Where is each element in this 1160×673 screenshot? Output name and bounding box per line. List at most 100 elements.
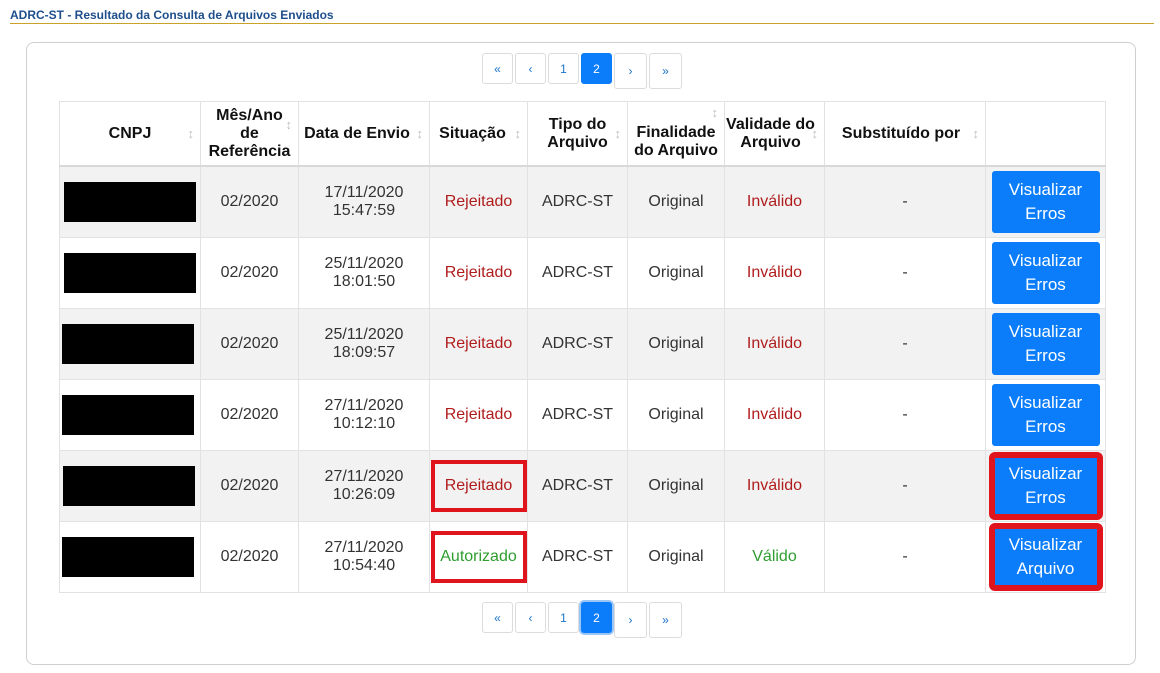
last-page-button[interactable]: » [649,53,682,89]
validity-text: Inválido [746,193,803,210]
column-header-actions [985,101,1106,167]
sort-arrows-icon[interactable]: ↕ [417,125,424,143]
page-header: ADRC-ST - Resultado da Consulta de Arqui… [10,6,1154,24]
send-date: 25/11/2020 [324,255,404,272]
validity-cell: Inválido [724,237,825,309]
sort-arrows-icon[interactable]: ↕ [973,125,980,143]
column-label: Data de Envio [304,124,410,142]
column-header-file-type[interactable]: Tipo do Arquivo ↕ [527,101,628,167]
column-label: Situação [439,124,506,142]
redaction-bar [64,182,196,222]
table-header-row: CNPJ ↕ Mês/Ano de Referência ↕ Data de Env… [59,101,1106,167]
page-1-button[interactable]: 1 [548,53,579,84]
reference-cell: 02/2020 [200,450,299,522]
file-type-cell: ADRC-ST [527,521,628,593]
next-page-button[interactable]: › [614,53,647,89]
send-time: 15:47:59 [332,202,396,219]
send-date-cell: 27/11/2020 10:26:09 [298,450,430,522]
first-page-button[interactable]: « [482,53,513,84]
cnpj-cell [59,521,201,593]
column-header-validity[interactable]: Validade do Arquivo ↕ [724,101,825,167]
status-text: Rejeitado [444,477,513,494]
status-highlight-box: Rejeitado [430,460,527,512]
cnpj-cell [59,308,201,380]
status-cell: Rejeitado [429,379,528,451]
view-errors-button[interactable]: Visualizar Erros [991,313,1100,375]
status-cell: Rejeitado [429,237,528,309]
validity-text: Válido [752,548,797,565]
purpose-cell: Original [627,521,725,593]
sort-arrows-icon[interactable]: ↕ [812,125,819,143]
view-errors-button[interactable]: Visualizar Erros [991,384,1100,446]
button-label: Visualizar Arquivo [1008,535,1083,578]
purpose-cell: Original [627,450,725,522]
sort-arrows-icon[interactable]: ↕ [712,104,719,122]
view-errors-button[interactable]: Visualizar Erros [988,452,1103,520]
status-cell: Rejeitado [429,450,528,522]
status-text: Rejeitado [444,193,513,210]
pagination-bottom: « ‹ 1 2 › » [482,602,682,638]
button-label: Visualizar Erros [1008,180,1083,223]
table-row: 02/2020 27/11/2020 10:54:40 Autorizado AD… [59,521,1106,593]
column-label: Finalidade do Arquivo [634,123,718,159]
purpose-cell: Original [627,237,725,309]
send-date-cell: 27/11/2020 10:54:40 [298,521,430,593]
status-text: Rejeitado [444,406,513,423]
column-header-reference[interactable]: Mês/Ano de Referência ↕ [200,101,299,167]
column-label: Validade do Arquivo [726,115,815,151]
column-label: Tipo do Arquivo [547,115,608,151]
page-1-button[interactable]: 1 [548,602,579,633]
send-date: 25/11/2020 [324,326,404,343]
cnpj-cell [59,379,201,451]
view-file-button[interactable]: Visualizar Arquivo [988,523,1103,591]
send-date-cell: 25/11/2020 18:01:50 [298,237,430,309]
page-2-button[interactable]: 2 [581,53,612,84]
actions-cell: Visualizar Erros [985,165,1106,238]
column-header-send-date[interactable]: Data de Envio ↕ [298,101,430,167]
file-type-cell: ADRC-ST [527,379,628,451]
column-header-replaced-by[interactable]: Substituído por ↕ [824,101,986,167]
column-header-purpose[interactable]: Finalidade do Arquivo ↕ [627,101,725,167]
redaction-bar [62,537,194,577]
sort-arrows-icon[interactable]: ↕ [615,125,622,143]
column-label: Substituído por [841,124,961,142]
prev-page-button[interactable]: ‹ [515,602,546,633]
redaction-bar [62,324,194,364]
status-cell: Rejeitado [429,165,528,238]
replaced-by-cell: - [824,237,986,309]
send-time: 18:01:50 [332,273,396,290]
sort-arrows-icon[interactable]: ↕ [188,125,195,143]
prev-page-button[interactable]: ‹ [515,53,546,84]
send-time: 10:12:10 [332,415,396,432]
next-page-button[interactable]: › [614,602,647,638]
redaction-bar [64,253,196,293]
pagination-top: « ‹ 1 2 › » [482,53,682,89]
send-date: 27/11/2020 [324,539,404,556]
redaction-bar [63,466,195,506]
status-text: Rejeitado [444,335,513,352]
column-header-cnpj[interactable]: CNPJ ↕ [59,101,201,167]
validity-cell: Inválido [724,308,825,380]
page-2-button[interactable]: 2 [581,602,612,633]
validity-text: Inválido [746,264,803,281]
sort-arrows-icon[interactable]: ↕ [286,116,293,134]
first-page-button[interactable]: « [482,602,513,633]
validity-cell: Válido [724,521,825,593]
view-errors-button[interactable]: Visualizar Erros [991,242,1100,304]
file-type-cell: ADRC-ST [527,165,628,238]
results-table: CNPJ ↕ Mês/Ano de Referência ↕ Data de Env… [59,101,1106,593]
table-row: 02/2020 25/11/2020 18:09:57 Rejeitado ADR… [59,308,1106,380]
view-errors-button[interactable]: Visualizar Erros [991,171,1100,233]
table-row: 02/2020 25/11/2020 18:01:50 Rejeitado ADR… [59,237,1106,309]
sort-arrows-icon[interactable]: ↕ [515,125,522,143]
actions-cell: Visualizar Arquivo [985,521,1106,593]
purpose-cell: Original [627,165,725,238]
page-title: ADRC-ST - Resultado da Consulta de Arqui… [10,8,334,22]
column-header-status[interactable]: Situação ↕ [429,101,528,167]
status-text: Rejeitado [444,264,513,281]
button-label: Visualizar Erros [1008,464,1083,507]
table-row: 02/2020 27/11/2020 10:12:10 Rejeitado ADR… [59,379,1106,451]
last-page-button[interactable]: » [649,602,682,638]
reference-cell: 02/2020 [200,379,299,451]
send-date-cell: 25/11/2020 18:09:57 [298,308,430,380]
